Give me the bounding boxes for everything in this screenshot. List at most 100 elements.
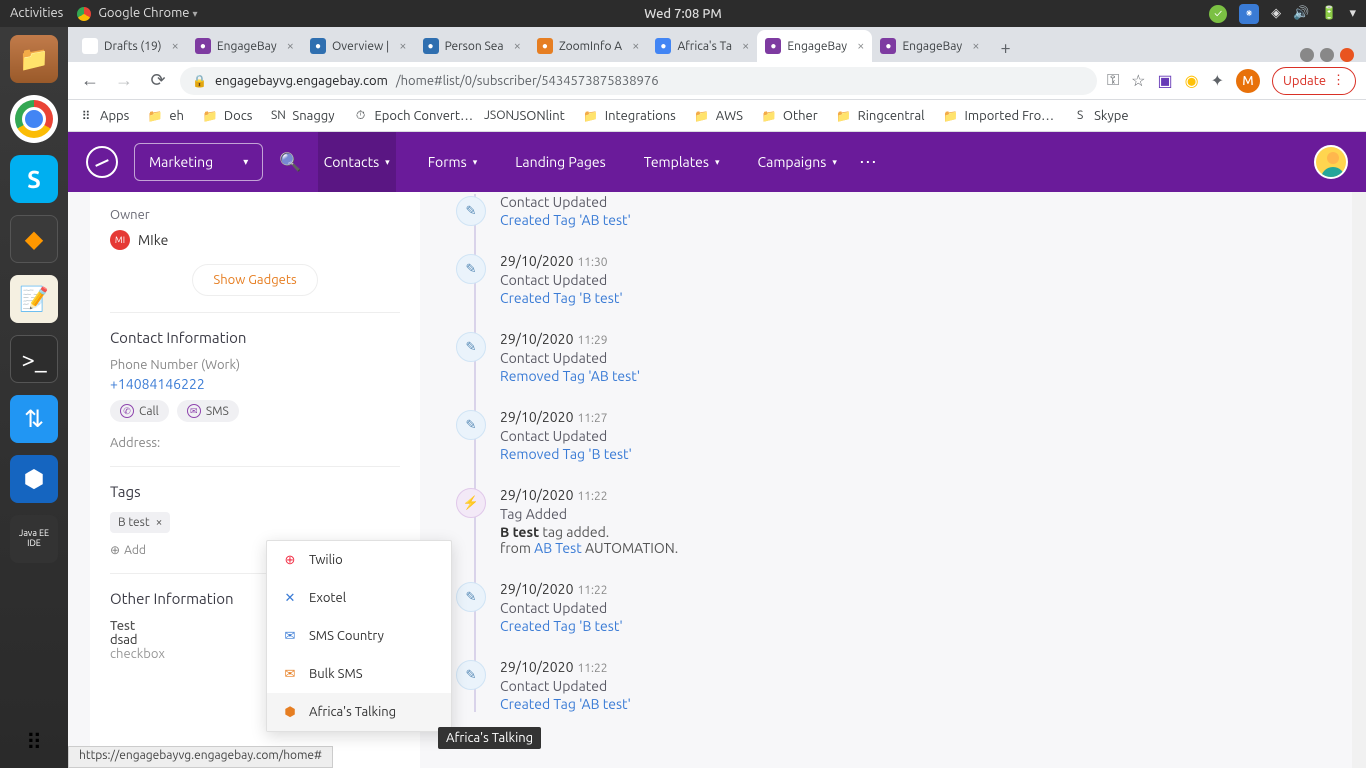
sms-provider-sms-country[interactable]: ✉SMS Country <box>267 617 451 655</box>
more-menu-icon[interactable]: ⋯ <box>859 152 877 173</box>
status-ok-icon[interactable]: ✓ <box>1209 5 1227 23</box>
browser-tab[interactable]: ●Overview |× <box>302 30 415 62</box>
clock[interactable]: Wed 7:08 PM <box>644 7 721 21</box>
bookmark-label: Docs <box>224 109 252 123</box>
launcher-apps-grid[interactable]: ⠿ <box>26 730 42 756</box>
active-app-menu[interactable]: Google Chrome <box>77 6 197 21</box>
extensions-icon[interactable]: ✦ <box>1211 71 1224 90</box>
address-bar[interactable]: 🔒 engagebayvg.engagebay.com/home#list/0/… <box>180 67 1097 95</box>
timeline-time: 11:27 <box>577 412 607 425</box>
app-logo[interactable] <box>86 146 118 178</box>
activities[interactable]: Activities <box>10 6 63 20</box>
ext-icon-1[interactable]: ▣ <box>1157 71 1172 90</box>
key-icon[interactable]: ⚿ <box>1107 71 1119 90</box>
sms-provider-twilio[interactable]: ⊕Twilio <box>267 541 451 579</box>
browser-tab[interactable]: ●EngageBay× <box>872 30 987 62</box>
bookmark-item[interactable]: JSONJSONlint <box>491 108 565 124</box>
bookmark-icon: 📁 <box>202 108 218 124</box>
launcher-javaee[interactable]: Java EEIDE <box>10 515 58 563</box>
browser-update-button[interactable]: Update⋮ <box>1272 67 1356 95</box>
tab-title: Overview | <box>332 40 389 53</box>
nav-item-campaigns[interactable]: Campaigns▾ <box>752 132 843 192</box>
contact-info-heading: Contact Information <box>110 329 400 346</box>
window-maximize[interactable] <box>1320 48 1334 62</box>
bookmark-label: Skype <box>1094 109 1128 123</box>
bookmark-item[interactable]: 📁eh <box>147 108 184 124</box>
launcher-sublime[interactable]: ◆ <box>10 215 58 263</box>
browser-tab[interactable]: ●ZoomInfo A× <box>529 30 647 62</box>
bookmarks-bar: ⠿Apps 📁eh 📁 Docs SNSnaggy ⏱Epoch Convert… JSON… <box>68 100 1366 132</box>
browser-tab[interactable]: ●Person Sea× <box>415 30 529 62</box>
browser-tab[interactable]: ●Drafts (19)× <box>74 30 187 62</box>
bookmark-item[interactable]: SSkype <box>1072 108 1128 124</box>
tab-close-icon[interactable]: × <box>168 39 179 53</box>
tooltip: Africa's Talking <box>438 727 541 749</box>
os-menubar: Activities Google Chrome Wed 7:08 PM ✓ ⁕… <box>0 0 1366 27</box>
bookmark-item[interactable]: 📁 Docs <box>202 108 252 124</box>
nav-back[interactable]: ← <box>78 69 102 93</box>
tab-favicon: ● <box>655 38 671 54</box>
tab-close-icon[interactable]: × <box>853 39 864 53</box>
tab-close-icon[interactable]: × <box>395 39 406 53</box>
provider-icon: ✉ <box>281 665 299 683</box>
launcher-transfer[interactable]: ⇅ <box>10 395 58 443</box>
launcher-chrome[interactable] <box>10 95 58 143</box>
phone-link[interactable]: +14084146222 <box>110 376 400 392</box>
browser-tab[interactable]: ●EngageBay× <box>187 30 302 62</box>
launcher-hex[interactable]: ⬢ <box>10 455 58 503</box>
sms-provider-bulk-sms[interactable]: ✉Bulk SMS <box>267 655 451 693</box>
bookmark-item[interactable]: 📁Integrations <box>583 108 676 124</box>
show-gadgets-button[interactable]: Show Gadgets <box>192 264 317 296</box>
sms-provider-exotel[interactable]: ✕Exotel <box>267 579 451 617</box>
sms-provider-africa-s-talking[interactable]: ⬢Africa's Talking <box>267 693 451 731</box>
browser-tab[interactable]: ●Africa's Ta× <box>647 30 757 62</box>
timeline-desc: Removed Tag 'AB test' <box>500 368 1336 384</box>
launcher-terminal[interactable]: >_ <box>10 335 58 383</box>
module-switcher[interactable]: Marketing▾ <box>134 143 263 181</box>
ext-icon-2[interactable]: ◉ <box>1185 71 1199 90</box>
launcher-files[interactable]: 📁 <box>10 35 58 83</box>
nav-item-landing-pages[interactable]: Landing Pages <box>509 132 611 192</box>
user-avatar[interactable] <box>1314 145 1348 179</box>
bookmark-item[interactable]: 📁AWS <box>694 108 743 124</box>
bookmark-item[interactable]: 📁Ringcentral <box>836 108 925 124</box>
timeline-date: 29/10/2020 <box>500 487 573 503</box>
browser-tab[interactable]: ●EngageBay× <box>757 30 872 62</box>
new-tab-button[interactable]: + <box>992 34 1020 62</box>
nav-item-templates[interactable]: Templates▾ <box>638 132 726 192</box>
bookmark-item[interactable]: SNSnaggy <box>270 108 334 124</box>
tab-title: Person Sea <box>445 40 504 53</box>
window-minimize[interactable] <box>1300 48 1314 62</box>
tag-remove-icon[interactable]: × <box>156 516 163 529</box>
system-menu-caret[interactable]: ▾ <box>1349 6 1356 21</box>
star-icon[interactable]: ☆ <box>1131 71 1145 90</box>
tab-close-icon[interactable]: × <box>628 39 639 53</box>
bookmark-item[interactable]: ⠿Apps <box>78 108 129 124</box>
owner-value[interactable]: MI MIke <box>110 230 400 250</box>
call-button[interactable]: ✆Call <box>110 400 169 422</box>
profile-avatar[interactable]: M <box>1236 69 1260 93</box>
tab-close-icon[interactable]: × <box>968 39 979 53</box>
window-close[interactable] <box>1340 48 1354 62</box>
sms-button[interactable]: ✉SMS <box>177 400 239 422</box>
search-icon[interactable]: 🔍 <box>279 152 301 173</box>
wifi-icon[interactable]: ◈ <box>1271 6 1281 21</box>
nav-item-contacts[interactable]: Contacts▾ <box>318 132 396 192</box>
launcher-notes[interactable]: 📝 <box>10 275 58 323</box>
bluetooth-icon[interactable]: ⁕ <box>1239 4 1259 24</box>
provider-label: Africa's Talking <box>309 705 396 719</box>
launcher-skype[interactable]: S <box>10 155 58 203</box>
tab-close-icon[interactable]: × <box>283 39 294 53</box>
tab-close-icon[interactable]: × <box>510 39 521 53</box>
bookmark-item[interactable]: 📁Imported Fro… <box>943 108 1055 124</box>
nav-item-forms[interactable]: Forms▾ <box>422 132 484 192</box>
chevron-down-icon: ▾ <box>832 157 837 168</box>
scrollbar[interactable] <box>1352 192 1366 768</box>
volume-icon[interactable]: 🔊 <box>1293 6 1309 21</box>
battery-icon[interactable]: 🔋 <box>1321 6 1337 21</box>
bookmark-item[interactable]: ⏱Epoch Convert… <box>353 108 474 124</box>
nav-reload[interactable]: ⟳ <box>146 69 170 93</box>
tag-chip[interactable]: B test× <box>110 512 170 533</box>
tab-close-icon[interactable]: × <box>738 39 749 53</box>
bookmark-item[interactable]: 📁Other <box>761 108 818 124</box>
